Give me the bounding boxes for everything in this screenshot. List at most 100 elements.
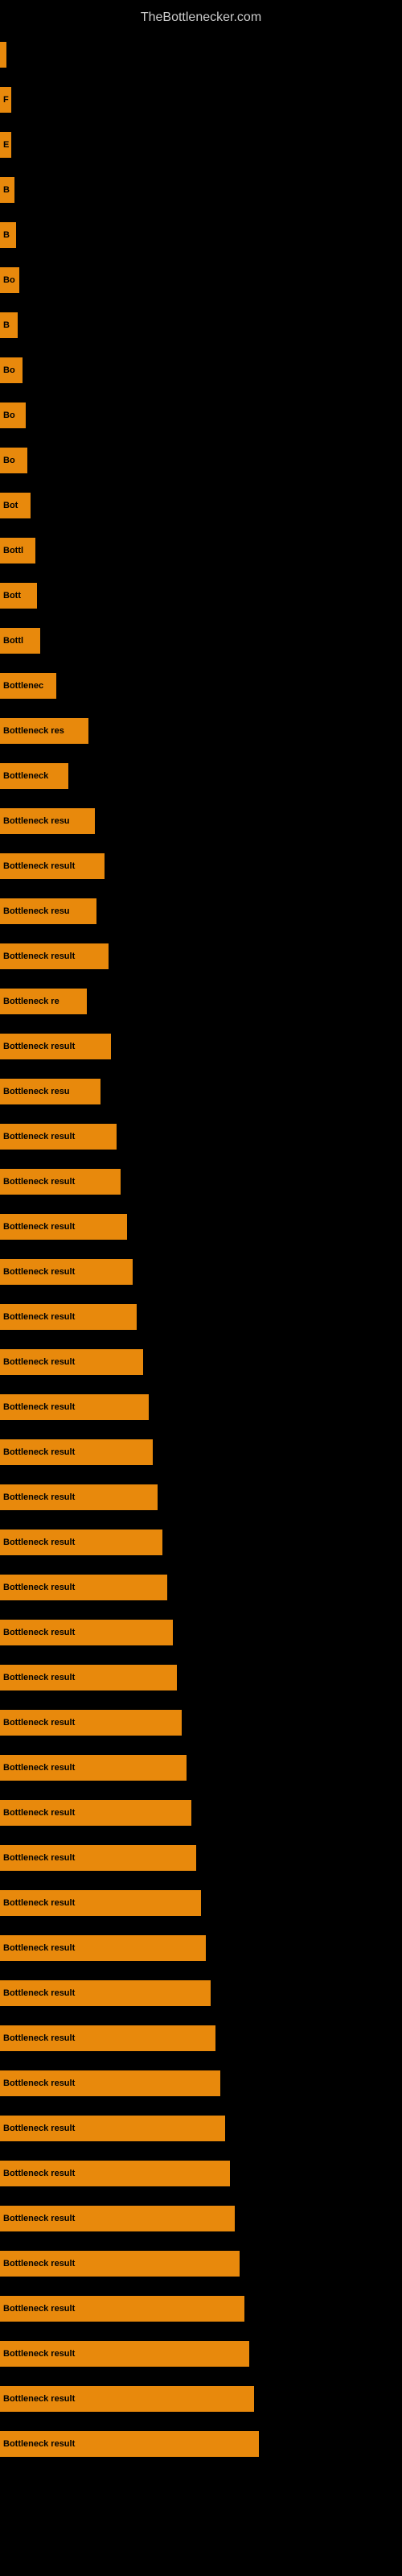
bar-label: Bottleneck re: [0, 989, 87, 1014]
bar-row: Bottleneck result: [0, 844, 402, 889]
bar-row: Bottleneck result: [0, 1024, 402, 1069]
bar-label: F: [0, 87, 11, 113]
bar-row: Bottl: [0, 618, 402, 663]
bar-label: Bottleneck result: [0, 1665, 177, 1690]
bar-row: Bottleneck result: [0, 1835, 402, 1880]
bar-row: Bottleneck result: [0, 1114, 402, 1159]
bar-row: Bo: [0, 438, 402, 483]
bar-label: Bottleneck result: [0, 1530, 162, 1555]
bar-row: Bottleneck result: [0, 2286, 402, 2331]
bar-row: Bottleneck result: [0, 1475, 402, 1520]
bar-row: Bottleneck result: [0, 1926, 402, 1971]
bar-row: Bottleneck result: [0, 1520, 402, 1565]
bar-label: Bottleneck result: [0, 1439, 153, 1465]
bar-row: Bottleneck resu: [0, 1069, 402, 1114]
bar-row: Bottleneck result: [0, 1790, 402, 1835]
bar-row: B: [0, 303, 402, 348]
bar-label: Bottleneck res: [0, 718, 88, 744]
bar-row: Bo: [0, 258, 402, 303]
bar-row: Bottleneck result: [0, 1294, 402, 1340]
bar-row: Bottleneck result: [0, 2106, 402, 2151]
bar-row: [0, 32, 402, 77]
bar-row: Bottleneck result: [0, 934, 402, 979]
bar-row: Bottleneck result: [0, 1204, 402, 1249]
bar-row: Bottleneck result: [0, 2151, 402, 2196]
bar-row: F: [0, 77, 402, 122]
bar-row: Bottleneck result: [0, 1880, 402, 1926]
bar-label: Bottleneck result: [0, 2070, 220, 2096]
bar-label: Bottleneck resu: [0, 808, 95, 834]
bar-row: Bottleneck re: [0, 979, 402, 1024]
bar-label: Bottleneck result: [0, 1214, 127, 1240]
bar-row: Bottleneck: [0, 753, 402, 799]
bar-label: Bottleneck result: [0, 1124, 117, 1150]
bar-row: Bottleneck result: [0, 1159, 402, 1204]
bar-label: Bottleneck result: [0, 1710, 182, 1736]
bar-row: Bottleneck result: [0, 2331, 402, 2376]
bar-label: Bottleneck result: [0, 1304, 137, 1330]
bar-row: Bottleneck resu: [0, 889, 402, 934]
bar-row: E: [0, 122, 402, 167]
bar-row: Bo: [0, 393, 402, 438]
bar-row: Bottleneck result: [0, 1971, 402, 2016]
bar-label: Bottleneck result: [0, 1484, 158, 1510]
bar-label: Bottleneck: [0, 763, 68, 789]
bar-row: Bottleneck result: [0, 2016, 402, 2061]
bar-label: Bottleneck resu: [0, 898, 96, 924]
bar-label: Bo: [0, 402, 26, 428]
bar-row: Bottleneck result: [0, 1745, 402, 1790]
bar-label: Bottleneck result: [0, 1620, 173, 1645]
bar-label: Bottlenec: [0, 673, 56, 699]
bar-label: Bottleneck result: [0, 1935, 206, 1961]
bar-row: Bottleneck result: [0, 1655, 402, 1700]
bar-label: Bottleneck result: [0, 1349, 143, 1375]
bar-label: Bottleneck result: [0, 943, 109, 969]
bar-label: Bottleneck result: [0, 1980, 211, 2006]
bar-label: Bottleneck result: [0, 1800, 191, 1826]
bar-label: Bottleneck result: [0, 2161, 230, 2186]
bar-label: Bottleneck result: [0, 1755, 187, 1781]
bar-row: Bottl: [0, 528, 402, 573]
bar-label: Bottleneck result: [0, 1034, 111, 1059]
bar-label: Bottleneck result: [0, 1845, 196, 1871]
bar-label: Bottleneck result: [0, 2296, 244, 2322]
bar-row: Bottleneck result: [0, 1340, 402, 1385]
bar-label: Bottl: [0, 628, 40, 654]
bar-label: Bo: [0, 357, 23, 383]
bar-row: Bottleneck result: [0, 1565, 402, 1610]
bar-label: Bo: [0, 267, 19, 293]
bars-container: FEBBBoBBoBoBoBotBottlBottBottlBottlenecB…: [0, 32, 402, 2467]
bar-label: Bott: [0, 583, 37, 609]
bar-label: E: [0, 132, 11, 158]
bar-label: Bottleneck result: [0, 853, 105, 879]
bar-row: B: [0, 167, 402, 213]
bar-row: Bottleneck result: [0, 2241, 402, 2286]
bar-label: Bottleneck result: [0, 2251, 240, 2277]
bar-label: Bottleneck result: [0, 1890, 201, 1916]
bar-label: Bottleneck resu: [0, 1079, 100, 1104]
bar-row: Bottleneck result: [0, 2196, 402, 2241]
site-title: TheBottlenecker.com: [0, 4, 402, 31]
bar-label: Bottleneck result: [0, 1169, 121, 1195]
bar-label: B: [0, 177, 14, 203]
bar-row: Bottleneck resu: [0, 799, 402, 844]
bar-label: B: [0, 312, 18, 338]
bar-label: Bottleneck result: [0, 2025, 215, 2051]
bar-row: Bottlenec: [0, 663, 402, 708]
bar-row: Bottleneck result: [0, 1249, 402, 1294]
bar-label: Bottleneck result: [0, 1394, 149, 1420]
bar-row: Bottleneck result: [0, 1430, 402, 1475]
bar-label: B: [0, 222, 16, 248]
bar-row: Bottleneck result: [0, 1610, 402, 1655]
bar-label: Bottleneck result: [0, 2431, 259, 2457]
bar-label: Bot: [0, 493, 31, 518]
bar-row: Bot: [0, 483, 402, 528]
bar-label: Bottleneck result: [0, 1259, 133, 1285]
bar-label: Bottleneck result: [0, 2341, 249, 2367]
bar-row: Bottleneck result: [0, 2061, 402, 2106]
bar-row: Bo: [0, 348, 402, 393]
bar-label: Bottleneck result: [0, 2206, 235, 2231]
bar-label: [0, 42, 6, 68]
bar-row: Bott: [0, 573, 402, 618]
bar-label: Bo: [0, 448, 27, 473]
